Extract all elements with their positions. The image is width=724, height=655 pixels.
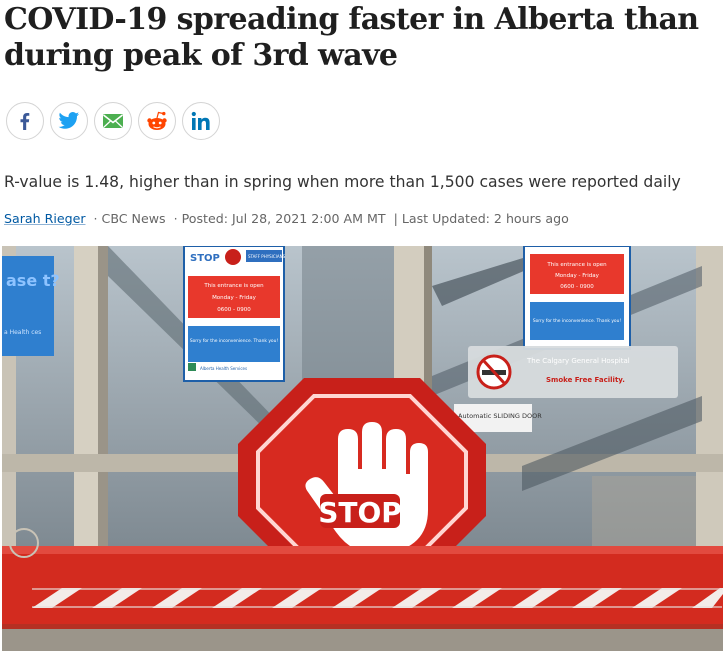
sliding-door-text: Automatic SLIDING DOOR [458, 412, 542, 420]
left-sign-subtext: a Health ces [4, 329, 41, 336]
byline-separator: · [173, 211, 178, 226]
big-stop-text: STOP [318, 496, 402, 529]
staff-physicians-text: STAFF PHYSICIANS [248, 254, 286, 259]
right-hours-days-text: Monday - Friday [555, 273, 600, 279]
smoke-free-text: Smoke Free Facility. [546, 376, 625, 384]
ahs-text: Alberta Health Services [200, 366, 247, 371]
linkedin-icon [191, 111, 210, 130]
byline-updated: Last Updated: 2 hours ago [401, 211, 569, 226]
share-facebook-button[interactable] [6, 102, 44, 140]
facebook-icon [20, 113, 30, 130]
byline-divider: | [393, 211, 398, 226]
twitter-icon [58, 112, 80, 129]
hours-time-text: 0600 - 0900 [217, 307, 251, 313]
staff-stop-text: STOP [190, 253, 220, 264]
share-reddit-button[interactable] [138, 102, 176, 140]
left-sign-text: ase t? [6, 271, 60, 290]
hospital-entrance-stop-sign-image: ase t? a Health ces STOP STAFF PHYSICIAN… [2, 246, 723, 651]
byline-outlet: CBC News [101, 211, 166, 226]
right-hours-time-text: 0600 - 0900 [560, 284, 594, 290]
share-twitter-button[interactable] [50, 102, 88, 140]
entrance-open-text: This entrance is open [203, 283, 264, 289]
email-icon [103, 114, 123, 128]
author-link[interactable]: Sarah Rieger [4, 211, 86, 226]
share-toolbar [6, 102, 220, 140]
right-entrance-open-text: This entrance is open [546, 262, 607, 268]
article-photo: ase t? a Health ces STOP STAFF PHYSICIAN… [2, 246, 723, 651]
article-dek: R-value is 1.48, higher than in spring w… [4, 173, 681, 191]
share-linkedin-button[interactable] [182, 102, 220, 140]
article-headline: COVID-19 spreading faster in Alberta tha… [4, 2, 699, 73]
byline-posted: Posted: Jul 28, 2021 2:00 AM MT [181, 211, 386, 226]
reddit-icon [147, 111, 167, 130]
right-sorry-text: Sorry for the inconvenience. Thank you! [533, 318, 622, 324]
share-email-button[interactable] [94, 102, 132, 140]
byline: Sarah Rieger · CBC News · Posted: Jul 28, … [4, 211, 569, 226]
sorry-text: Sorry for the inconvenience. Thank you! [190, 338, 279, 344]
byline-separator: · [93, 211, 98, 226]
hours-days-text: Monday - Friday [212, 295, 257, 301]
hospital-name-text: The Calgary General Hospital [526, 357, 630, 365]
